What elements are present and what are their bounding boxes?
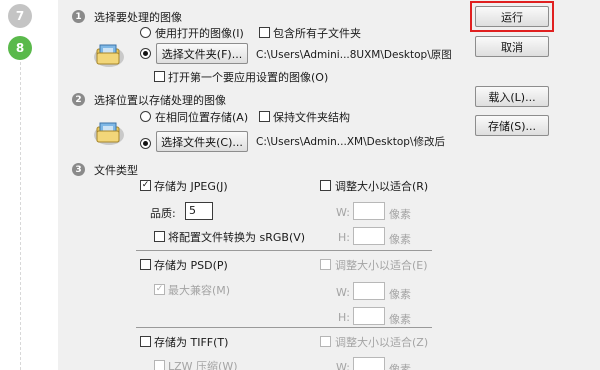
step-connector-line: [20, 62, 21, 370]
section-3-number: 3: [72, 163, 85, 176]
run-button[interactable]: 运行: [475, 6, 549, 27]
select-destination-folder-button[interactable]: 选择文件夹(C)...: [156, 131, 248, 152]
source-folder-path: C:\Users\Admini...8UXM\Desktop\原图: [256, 49, 452, 61]
jpeg-width-unit: 像素: [389, 208, 411, 221]
jpeg-quality-input[interactable]: 5: [185, 202, 213, 220]
step-7-badge: 7: [8, 4, 32, 28]
lzw-compression-checkbox[interactable]: [154, 360, 165, 370]
save-as-jpeg-checkbox[interactable]: ✓: [140, 180, 151, 191]
same-location-radio[interactable]: [140, 111, 151, 122]
keep-folder-structure-label: 保持文件夹结构: [273, 111, 350, 124]
jpeg-psd-divider: [136, 250, 432, 251]
use-open-images-radio[interactable]: [140, 27, 151, 38]
save-settings-button[interactable]: 存储(S)...: [475, 115, 549, 136]
section-2-number: 2: [72, 93, 85, 106]
folder-image-icon: [94, 44, 124, 67]
jpeg-height-input[interactable]: [353, 227, 385, 245]
folder-save-icon: [94, 122, 124, 145]
psd-width-label: W:: [336, 286, 350, 299]
convert-srgb-label: 将配置文件转换为 sRGB(V): [168, 231, 306, 244]
max-compatibility-label: 最大兼容(M): [168, 284, 231, 297]
save-as-psd-label: 存储为 PSD(P): [154, 259, 228, 272]
jpeg-height-unit: 像素: [389, 233, 411, 246]
open-first-image-checkbox[interactable]: [154, 71, 165, 82]
section-1-title: 选择要处理的图像: [94, 11, 182, 24]
select-folder-radio[interactable]: [140, 48, 151, 59]
jpeg-resize-checkbox[interactable]: [320, 180, 331, 191]
jpeg-width-label: W:: [336, 206, 350, 219]
tiff-resize-label: 调整大小以适合(Z): [335, 336, 429, 349]
lzw-compression-label: LZW 压缩(W): [168, 360, 238, 370]
step-8-badge: 8: [8, 36, 32, 60]
jpeg-quality-label: 品质:: [150, 207, 176, 220]
tiff-width-input[interactable]: [353, 357, 385, 370]
include-subfolders-label: 包含所有子文件夹: [273, 27, 361, 40]
jpeg-resize-label: 调整大小以适合(R): [335, 180, 429, 193]
select-source-folder-button[interactable]: 选择文件夹(F)...: [156, 43, 248, 64]
tiff-width-unit: 像素: [389, 363, 411, 370]
select-destination-radio[interactable]: [140, 138, 151, 149]
keep-folder-structure-checkbox[interactable]: [259, 111, 270, 122]
psd-width-unit: 像素: [389, 288, 411, 301]
image-processor-dialog: 1 选择要处理的图像 使用打开的图像(I) 包含所有子文件夹 选择文件夹(F).…: [58, 0, 600, 370]
load-button[interactable]: 载入(L)...: [475, 86, 549, 107]
psd-resize-checkbox[interactable]: [320, 259, 331, 270]
same-location-label: 在相同位置存储(A): [155, 111, 249, 124]
convert-srgb-checkbox[interactable]: [154, 231, 165, 242]
save-as-jpeg-label: 存储为 JPEG(J): [154, 180, 228, 193]
tiff-width-label: W:: [336, 361, 350, 370]
use-open-images-label: 使用打开的图像(I): [155, 27, 244, 40]
section-3-title: 文件类型: [94, 164, 138, 177]
max-compatibility-checkbox[interactable]: ✓: [154, 284, 165, 295]
psd-width-input[interactable]: [353, 282, 385, 300]
include-subfolders-checkbox[interactable]: [259, 27, 270, 38]
save-as-psd-checkbox[interactable]: [140, 259, 151, 270]
psd-height-label: H:: [338, 311, 350, 324]
psd-tiff-divider: [136, 327, 432, 328]
save-as-tiff-label: 存储为 TIFF(T): [154, 336, 229, 349]
psd-height-input[interactable]: [353, 307, 385, 325]
jpeg-height-label: H:: [338, 231, 350, 244]
tiff-resize-checkbox[interactable]: [320, 336, 331, 347]
cancel-button[interactable]: 取消: [475, 36, 549, 57]
psd-resize-label: 调整大小以适合(E): [335, 259, 428, 272]
destination-folder-path: C:\Users\Admin...XM\Desktop\修改后: [256, 136, 445, 148]
save-as-tiff-checkbox[interactable]: [140, 336, 151, 347]
psd-height-unit: 像素: [389, 313, 411, 326]
section-1-number: 1: [72, 10, 85, 23]
jpeg-width-input[interactable]: [353, 202, 385, 220]
open-first-image-label: 打开第一个要应用设置的图像(O): [168, 71, 329, 84]
section-2-title: 选择位置以存储处理的图像: [94, 94, 226, 107]
